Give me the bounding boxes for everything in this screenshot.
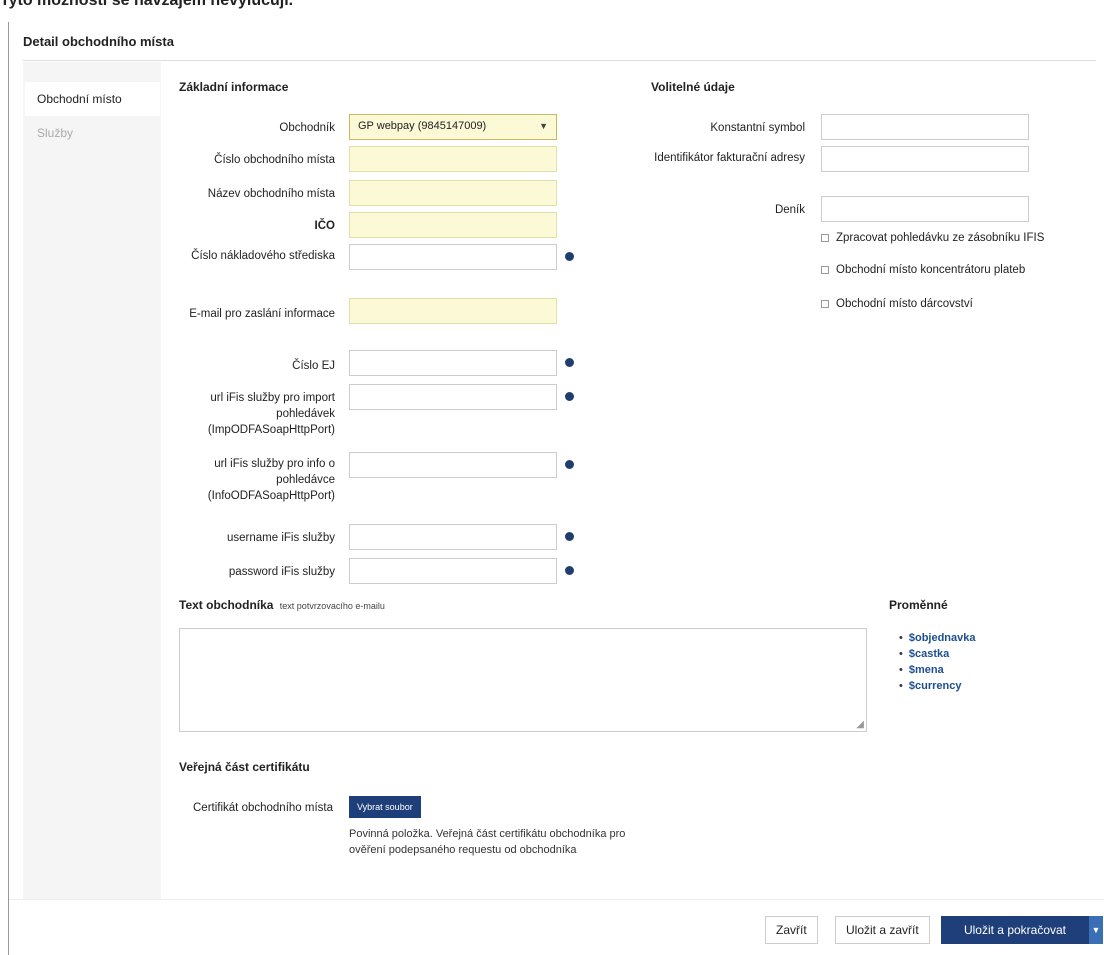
- email-input[interactable]: [349, 298, 557, 324]
- field-label-journal: Deník: [774, 204, 805, 216]
- dialog-body: Obchodní místo Služby Základní informace…: [23, 62, 1104, 899]
- page-caption: Tyto možnosti se navzájem nevylučují.: [0, 0, 294, 9]
- merchant-text-area[interactable]: ◢: [179, 628, 867, 732]
- variable-link[interactable]: $currency: [899, 678, 976, 694]
- variable-link[interactable]: $castka: [899, 646, 976, 662]
- journal-input[interactable]: [821, 196, 1029, 222]
- sidebar: Obchodní místo Služby: [25, 82, 160, 150]
- field-label-ej-number: Číslo EJ: [292, 360, 335, 372]
- field-label-billing-address-id: Identifikátor fakturační adresy: [654, 152, 805, 164]
- chevron-down-icon[interactable]: ▼: [1089, 916, 1103, 944]
- variable-link[interactable]: $objednavka: [899, 630, 976, 646]
- merchant-name-input[interactable]: [349, 180, 557, 206]
- form-content: Základní informace Obchodník GP webpay (…: [161, 62, 1104, 899]
- close-button[interactable]: Zavřít: [765, 916, 818, 944]
- checkbox-row-donation[interactable]: Obchodní místo dárcovství: [821, 298, 973, 310]
- ico-input[interactable]: [349, 212, 557, 238]
- field-label-merchant-name: Název obchodního místa: [207, 188, 335, 200]
- optional-heading: Volitelné údaje: [651, 80, 735, 94]
- checkbox[interactable]: [821, 266, 829, 274]
- field-label-cost-center: Číslo nákladového střediska: [191, 250, 335, 262]
- save-and-continue-button[interactable]: Uložit a pokračovat: [941, 916, 1089, 944]
- merchant-text-sublabel: text potvrzovacího e-mailu: [279, 601, 385, 611]
- checkbox-label: Obchodní místo dárcovství: [836, 298, 973, 310]
- ifis-import-url-input[interactable]: [349, 384, 557, 410]
- merchant-select[interactable]: GP webpay (9845147009) ▼: [349, 114, 557, 140]
- constant-symbol-input[interactable]: [821, 114, 1029, 140]
- field-label-ico: IČO: [314, 220, 335, 232]
- certificate-label: Certifikát obchodního místa: [193, 802, 333, 814]
- checkbox[interactable]: [821, 300, 829, 308]
- merchant-detail-dialog: Detail obchodního místa Obchodní místo S…: [8, 22, 1104, 955]
- certificate-hint: Povinná položka. Veřejná část certifikát…: [349, 828, 626, 856]
- ifis-info-url-input[interactable]: [349, 452, 557, 478]
- variables-heading: Proměnné: [889, 598, 948, 612]
- info-dot-icon[interactable]: [565, 532, 574, 541]
- checkbox[interactable]: [821, 234, 829, 242]
- checkbox-row-ifis-queue[interactable]: Zpracovat pohledávku ze zásobníku IFIS: [821, 232, 1044, 244]
- sidebar-item-services[interactable]: Služby: [25, 116, 160, 150]
- sidebar-item-merchant-place[interactable]: Obchodní místo: [25, 82, 160, 116]
- save-and-close-button[interactable]: Uložit a zavřít: [835, 916, 930, 944]
- field-label-ifis-info-url: url iFis služby pro info o pohledávce (I…: [207, 458, 335, 502]
- info-dot-icon[interactable]: [565, 358, 574, 367]
- merchant-label: Obchodník: [279, 122, 335, 134]
- info-dot-icon[interactable]: [565, 460, 574, 469]
- field-label-ifis-password: password iFis služby: [228, 566, 335, 578]
- field-label-email: E-mail pro zaslání informace: [189, 308, 335, 320]
- variable-link[interactable]: $mena: [899, 662, 976, 678]
- resize-handle-icon[interactable]: ◢: [856, 719, 864, 730]
- merchant-text-label: Text obchodníka: [179, 598, 274, 612]
- title-divider: [23, 60, 1096, 61]
- field-label-ifis-username: username iFis služby: [226, 532, 335, 544]
- chevron-down-icon: ▼: [539, 121, 548, 131]
- field-label-merchant-number: Číslo obchodního místa: [214, 154, 335, 166]
- field-label-ifis-import-url: url iFis služby pro import pohledávek (I…: [207, 392, 335, 436]
- info-dot-icon[interactable]: [565, 566, 574, 575]
- checkbox-row-payment-concentrator[interactable]: Obchodní místo koncentrátoru plateb: [821, 264, 1025, 276]
- certificate-heading: Veřejná část certifikátu: [179, 760, 310, 774]
- dialog-footer: Zavřít Uložit a zavřít Uložit a pokračov…: [9, 899, 1104, 955]
- ifis-username-input[interactable]: [349, 524, 557, 550]
- variables-list: $objednavka $castka $mena $currency: [899, 630, 976, 694]
- checkbox-label: Zpracovat pohledávku ze zásobníku IFIS: [836, 232, 1045, 244]
- ifis-password-input[interactable]: [349, 558, 557, 584]
- info-dot-icon[interactable]: [565, 392, 574, 401]
- billing-address-id-input[interactable]: [821, 146, 1029, 172]
- info-dot-icon[interactable]: [565, 252, 574, 261]
- field-label-constant-symbol: Konstantní symbol: [710, 122, 805, 134]
- basic-info-heading: Základní informace: [179, 80, 289, 94]
- choose-file-button[interactable]: Vybrat soubor: [349, 796, 421, 818]
- dialog-title: Detail obchodního místa: [23, 34, 174, 49]
- merchant-text-heading: Text obchodníka text potvrzovacího e-mai…: [179, 598, 385, 612]
- merchant-number-input[interactable]: [349, 146, 557, 172]
- merchant-select-value: GP webpay (9845147009): [358, 120, 487, 132]
- cost-center-input[interactable]: [349, 244, 557, 270]
- checkbox-label: Obchodní místo koncentrátoru plateb: [836, 264, 1026, 276]
- ej-number-input[interactable]: [349, 350, 557, 376]
